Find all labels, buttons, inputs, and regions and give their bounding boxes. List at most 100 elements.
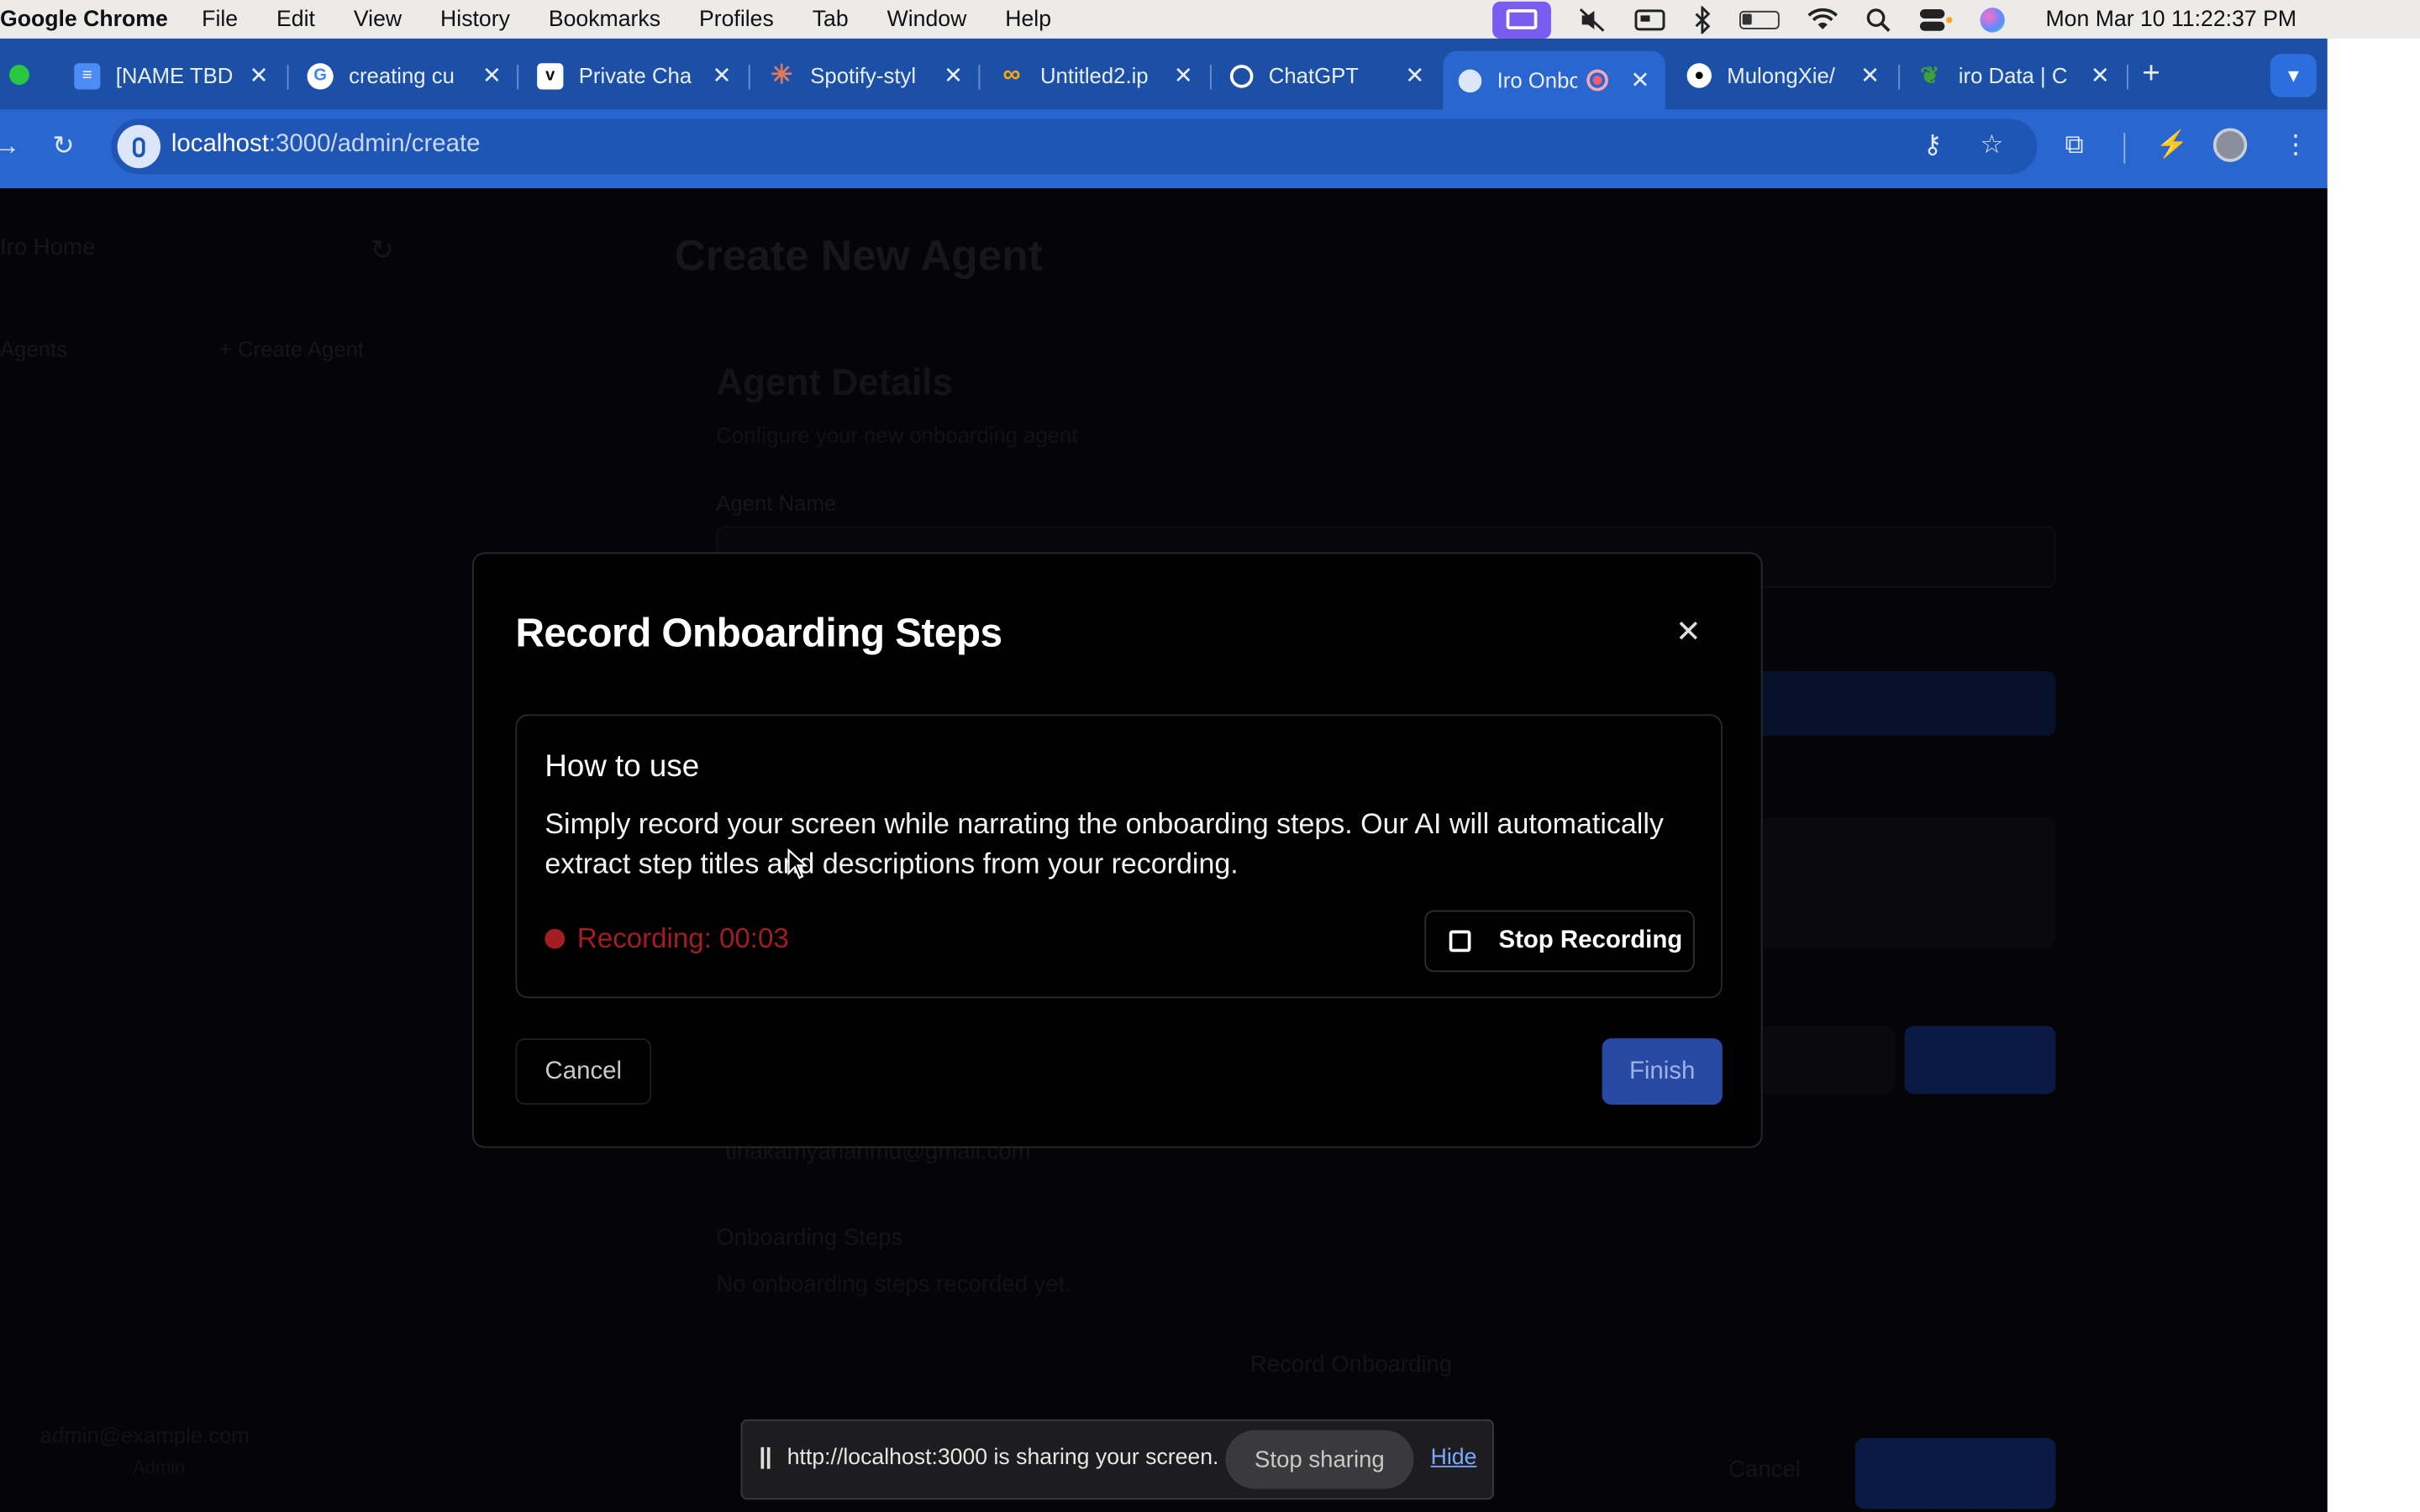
app-menu[interactable]: Google Chrome	[0, 7, 168, 31]
menu-view[interactable]: View	[354, 7, 402, 31]
window-zoom-icon[interactable]	[9, 65, 29, 86]
tab-title: Untitled2.ip	[1039, 63, 1149, 88]
battery-icon[interactable]	[1739, 9, 1781, 29]
extensions-icon[interactable]: ⧉	[2065, 129, 2084, 160]
menu-history[interactable]: History	[440, 7, 510, 31]
sidebar-collapse-icon[interactable]: ↻	[371, 234, 394, 267]
bluetooth-icon[interactable]	[1694, 5, 1712, 34]
stop-sharing-button[interactable]: Stop sharing	[1225, 1430, 1414, 1489]
onboarding-steps-empty: No onboarding steps recorded yet.	[716, 1271, 1071, 1298]
tab-google[interactable]: G creating cu ✕	[288, 51, 517, 101]
performance-icon[interactable]: ⚡	[2156, 129, 2189, 160]
bookmark-star-icon[interactable]: ☆	[1981, 129, 2004, 160]
github-icon: ●	[1686, 63, 1712, 88]
macos-menu-bar: Google Chrome File Edit View History Boo…	[0, 0, 2420, 39]
close-tab-icon[interactable]: ✕	[482, 61, 502, 89]
muted-speaker-icon[interactable]	[1580, 7, 1607, 31]
menu-tab[interactable]: Tab	[813, 7, 849, 31]
close-tab-icon[interactable]: ✕	[249, 61, 268, 89]
screen-sharing-bar: http://localhost:3000 is sharing your sc…	[740, 1419, 1494, 1500]
finish-button[interactable]: Finish	[1602, 1038, 1723, 1105]
tab-chatgpt[interactable]: ChatGPT ✕	[1212, 51, 1440, 101]
mouse-cursor-icon	[787, 848, 808, 879]
status-icons: Mon Mar 10 11:22:37 PM	[1492, 0, 2296, 39]
tab-colab[interactable]: ∞ Untitled2.ip ✕	[980, 51, 1208, 101]
reload-icon[interactable]: ↻	[52, 131, 74, 162]
more-menu-icon[interactable]: ⋮	[2283, 129, 2309, 160]
create-agent-button[interactable]	[1854, 1437, 2056, 1509]
address-bar[interactable]: localhost:3000/admin/create ⚷ ☆	[111, 118, 2038, 175]
tab-divider	[2127, 65, 2128, 90]
tab-iro-onboarding[interactable]: Iro Onbo ✕	[1443, 50, 1665, 110]
agent-name-label: Agent Name	[716, 491, 837, 516]
tab-divider	[1898, 65, 1901, 90]
sharing-message: http://localhost:3000 is sharing your sc…	[786, 1446, 1219, 1471]
recording-dot-icon	[544, 928, 566, 949]
close-tab-icon[interactable]: ✕	[1630, 66, 1649, 94]
url-text[interactable]: localhost:3000/admin/create	[171, 131, 481, 159]
sidebar-home[interactable]: Iro Home	[0, 234, 95, 260]
siri-icon[interactable]	[1981, 7, 2006, 32]
browser-toolbar: → ↻ localhost:3000/admin/create ⚷ ☆ ⧉ ⚡ …	[0, 109, 2328, 189]
close-tab-icon[interactable]: ✕	[944, 61, 963, 89]
screen-share-icon[interactable]	[1492, 0, 1552, 38]
control-center-icon[interactable]	[1919, 7, 1954, 31]
tab-title: ChatGPT	[1268, 63, 1359, 88]
menu-profiles[interactable]: Profiles	[699, 7, 774, 31]
tab-docs[interactable]: ≡ [NAME TBD ✕	[55, 51, 284, 101]
stop-square-icon	[1449, 930, 1471, 953]
menu-clock[interactable]: Mon Mar 10 11:22:37 PM	[2045, 7, 2296, 31]
wifi-icon[interactable]	[1808, 7, 1839, 31]
close-tab-icon[interactable]: ✕	[713, 61, 732, 89]
menu-window[interactable]: Window	[887, 7, 967, 31]
close-tab-icon[interactable]: ✕	[1174, 61, 1193, 89]
new-tab-icon[interactable]: +	[2142, 57, 2160, 92]
chat-icon: v	[537, 62, 564, 89]
sidebar-create-agent[interactable]: + Create Agent	[219, 336, 364, 360]
close-tab-icon[interactable]: ✕	[2091, 61, 2110, 89]
cancel-button[interactable]: Cancel	[515, 1038, 652, 1105]
cast-display-icon[interactable]	[1635, 7, 1666, 31]
microphone-icon[interactable]	[117, 124, 161, 169]
sidebar-agents[interactable]: Agents	[0, 336, 67, 360]
tab-claude[interactable]: ✳ Spotify-styl ✕	[750, 51, 979, 101]
record-onboarding-button[interactable]: Record Onboarding	[1250, 1352, 1452, 1378]
drag-handle-icon[interactable]	[760, 1446, 771, 1469]
how-to-text: Simply record your screen while narratin…	[544, 806, 1664, 879]
menu-help[interactable]: Help	[1005, 7, 1051, 31]
docs-icon: ≡	[74, 62, 101, 89]
hide-link[interactable]: Hide	[1431, 1446, 1477, 1470]
stop-recording-button[interactable]: Stop Recording	[1424, 910, 1695, 973]
mongodb-icon: ❦	[1920, 63, 1940, 90]
background-add-button[interactable]	[1904, 1026, 2056, 1095]
window-edge	[2327, 38, 2420, 1512]
background-field[interactable]	[1753, 670, 2056, 737]
menu-file[interactable]: File	[202, 7, 238, 31]
menu-edit[interactable]: Edit	[276, 7, 315, 31]
user-email: admin@example.com	[39, 1422, 250, 1447]
how-to-heading: How to use	[544, 749, 700, 785]
page-cancel-button[interactable]: Cancel	[1728, 1457, 1801, 1483]
record-onboarding-modal: Record Onboarding Steps ✕ How to use Sim…	[472, 552, 1763, 1148]
tab-github[interactable]: ● MulongXie/ ✕	[1671, 51, 1895, 101]
close-tab-icon[interactable]: ✕	[1405, 61, 1424, 89]
how-to-use-panel: How to use Simply record your screen whi…	[515, 714, 1723, 999]
tab-title: Spotify-styl	[810, 63, 917, 88]
tab-strip: ≡ [NAME TBD ✕ G creating cu ✕ v Private …	[0, 38, 2328, 110]
background-email-input[interactable]	[1753, 1026, 1896, 1095]
tab-private-chat[interactable]: v Private Cha ✕	[518, 51, 747, 101]
password-key-icon[interactable]: ⚷	[1923, 129, 1943, 160]
openai-icon	[1229, 64, 1254, 87]
forward-arrow-icon[interactable]: →	[0, 131, 20, 162]
background-textarea[interactable]	[1753, 817, 2056, 948]
close-tab-icon[interactable]: ✕	[1860, 61, 1880, 89]
tab-search-chevron-icon[interactable]: ▼	[2270, 54, 2317, 97]
spotlight-search-icon[interactable]	[1866, 7, 1891, 32]
tab-mongodb[interactable]: ❦ iro Data | C ✕	[1902, 51, 2125, 101]
toolbar-divider	[2123, 132, 2126, 164]
close-icon[interactable]: ✕	[1675, 617, 1702, 648]
user-role: Admin	[132, 1456, 186, 1478]
tab-title: Iro Onbo	[1497, 67, 1578, 93]
profile-avatar[interactable]	[2212, 128, 2248, 162]
menu-bookmarks[interactable]: Bookmarks	[549, 7, 660, 31]
